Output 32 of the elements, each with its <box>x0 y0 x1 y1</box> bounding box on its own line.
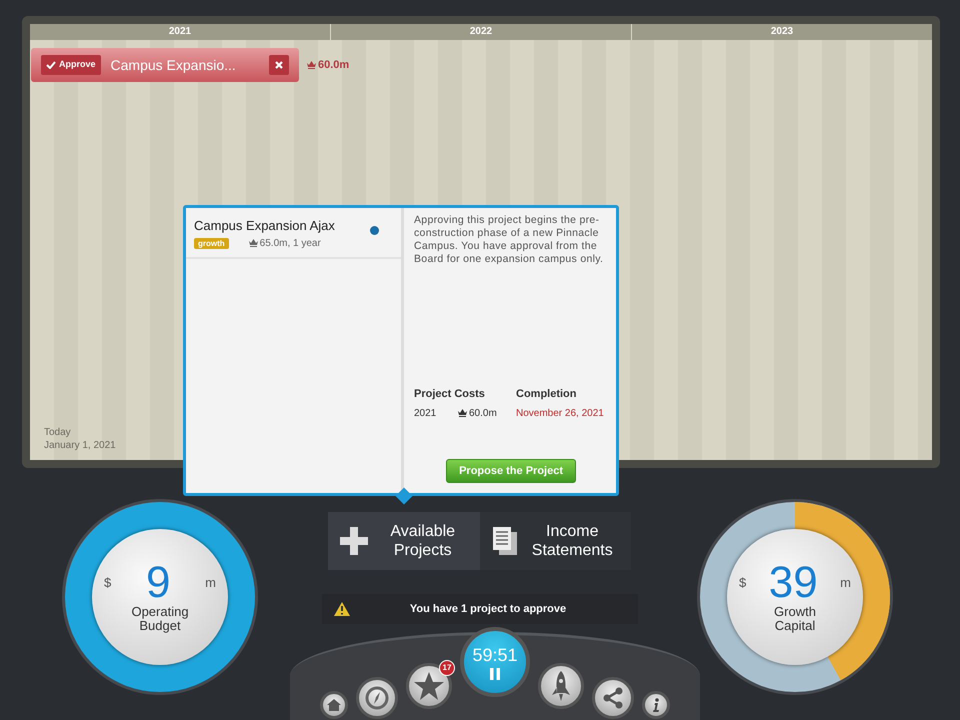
today-date: January 1, 2021 <box>44 439 117 452</box>
project-meta: 65.0m, 1 year <box>248 236 321 250</box>
approve-button[interactable]: Approve <box>41 55 101 75</box>
cost-year: 2021 <box>414 407 438 421</box>
unit-label: m <box>205 574 216 592</box>
column-heading: Completion <box>516 386 578 402</box>
unit-label: m <box>840 574 851 592</box>
action-label: Available Projects <box>389 522 456 560</box>
gauge-value: 9 <box>146 561 170 605</box>
project-cost: 60.0m <box>307 56 350 74</box>
gauge-label: Growth Capital <box>773 605 817 633</box>
today-label: Today <box>44 426 72 439</box>
tag-label: growth <box>194 238 229 248</box>
gauge-value: 39 <box>768 561 818 605</box>
completion-date: November 26, 2021 <box>516 407 605 421</box>
action-label: Income Statements <box>530 522 614 560</box>
cost-amount: 60.0m <box>448 406 516 421</box>
notification-badge: 17 <box>439 660 455 676</box>
gauge-label: Operating Budget <box>130 605 190 633</box>
alert-message: You have 1 project to approve <box>408 602 568 617</box>
column-heading: Project Costs <box>414 386 486 402</box>
project-title: Campus Expansio... <box>110 56 237 75</box>
currency-sign: $ <box>739 574 746 592</box>
year-header: 2021 <box>168 25 192 39</box>
timer-text: 59:51 <box>472 644 518 664</box>
action-button[interactable]: Available Projects <box>328 512 480 570</box>
project-name: Campus Expansion Ajax <box>194 217 336 235</box>
project-description: Approving this project begins the pre-construction phase of a new Pinnacle Campus. You have approval from the Board for one expansion campus only. <box>414 214 604 266</box>
action-button[interactable]: Income Statements <box>480 512 631 570</box>
pending-project-bar[interactable]: Approve Campus Expansio... <box>31 48 299 82</box>
achievements-button[interactable]: 17 <box>406 663 452 709</box>
currency-sign: $ <box>104 574 112 592</box>
